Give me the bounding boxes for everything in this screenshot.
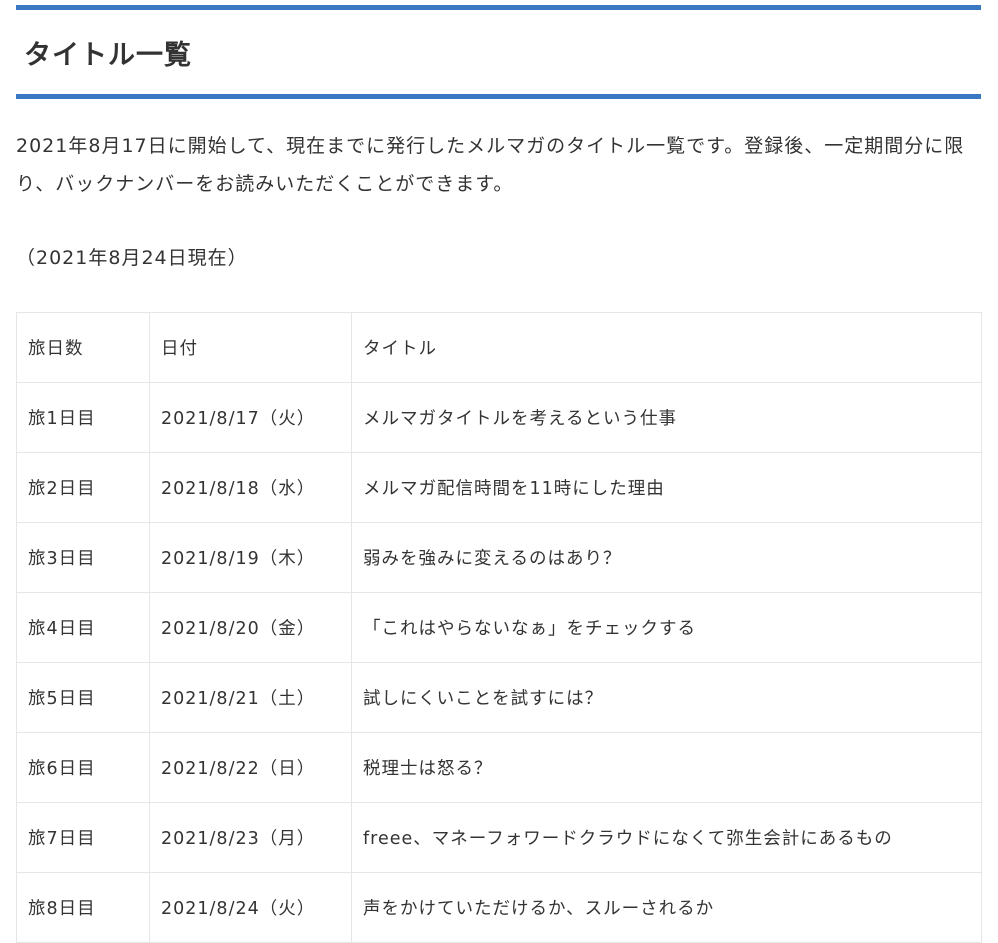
- header-title: タイトル: [351, 312, 982, 383]
- cell-date: 2021/8/24（火）: [149, 872, 352, 943]
- table-row: 旅4日目 2021/8/20（金） 「これはやらないなぁ」をチェックする: [16, 592, 982, 663]
- table-row: 旅8日目 2021/8/24（火） 声をかけていただけるか、スルーされるか: [16, 872, 982, 943]
- cell-title: 弱みを強みに変えるのはあり？: [351, 522, 982, 593]
- title-heading-box: タイトル一覧: [16, 5, 981, 99]
- cell-title: 「これはやらないなぁ」をチェックする: [351, 592, 982, 663]
- cell-title: メルマガタイトルを考えるという仕事: [351, 382, 982, 453]
- cell-day: 旅7日目: [16, 802, 150, 873]
- cell-day: 旅3日目: [16, 522, 150, 593]
- cell-date: 2021/8/21（土）: [149, 662, 352, 733]
- cell-date: 2021/8/19（木）: [149, 522, 352, 593]
- cell-day: 旅5日目: [16, 662, 150, 733]
- cell-date: 2021/8/20（金）: [149, 592, 352, 663]
- cell-title: メルマガ配信時間を11時にした理由: [351, 452, 982, 523]
- cell-day: 旅2日目: [16, 452, 150, 523]
- cell-date: 2021/8/22（日）: [149, 732, 352, 803]
- cell-title: 税理士は怒る？: [351, 732, 982, 803]
- cell-date: 2021/8/17（火）: [149, 382, 352, 453]
- table-row: 旅2日目 2021/8/18（水） メルマガ配信時間を11時にした理由: [16, 452, 982, 523]
- table-row: 旅1日目 2021/8/17（火） メルマガタイトルを考えるという仕事: [16, 382, 982, 453]
- header-day-count: 旅日数: [16, 312, 150, 383]
- newsletter-titles-table: 旅日数 日付 タイトル 旅1日目 2021/8/17（火） メルマガタイトルを考える…: [16, 312, 982, 943]
- table-row: 旅7日目 2021/8/23（月） freee、マネーフォワードクラウドになくて弥生…: [16, 802, 982, 873]
- page-title: タイトル一覧: [24, 40, 192, 71]
- cell-title: 声をかけていただけるか、スルーされるか: [351, 872, 982, 943]
- cell-day: 旅1日目: [16, 382, 150, 453]
- header-date: 日付: [149, 312, 352, 383]
- cell-day: 旅8日目: [16, 872, 150, 943]
- cell-title: freee、マネーフォワードクラウドになくて弥生会計にあるもの: [351, 802, 982, 873]
- intro-paragraph: 2021年8月17日に開始して、現在までに発行したメルマガのタイトル一覧です。登…: [16, 135, 965, 195]
- table-row: 旅5日目 2021/8/21（土） 試しにくいことを試すには？: [16, 662, 982, 733]
- cell-title: 試しにくいことを試すには？: [351, 662, 982, 733]
- cell-day: 旅4日目: [16, 592, 150, 663]
- table-header-row: 旅日数 日付 タイトル: [16, 312, 982, 383]
- cell-day: 旅6日目: [16, 732, 150, 803]
- table-row: 旅3日目 2021/8/19（木） 弱みを強みに変えるのはあり？: [16, 522, 982, 593]
- cell-date: 2021/8/23（月）: [149, 802, 352, 873]
- as-of-date: （2021年8月24日現在）: [16, 247, 248, 269]
- cell-date: 2021/8/18（水）: [149, 452, 352, 523]
- table-row: 旅6日目 2021/8/22（日） 税理士は怒る？: [16, 732, 982, 803]
